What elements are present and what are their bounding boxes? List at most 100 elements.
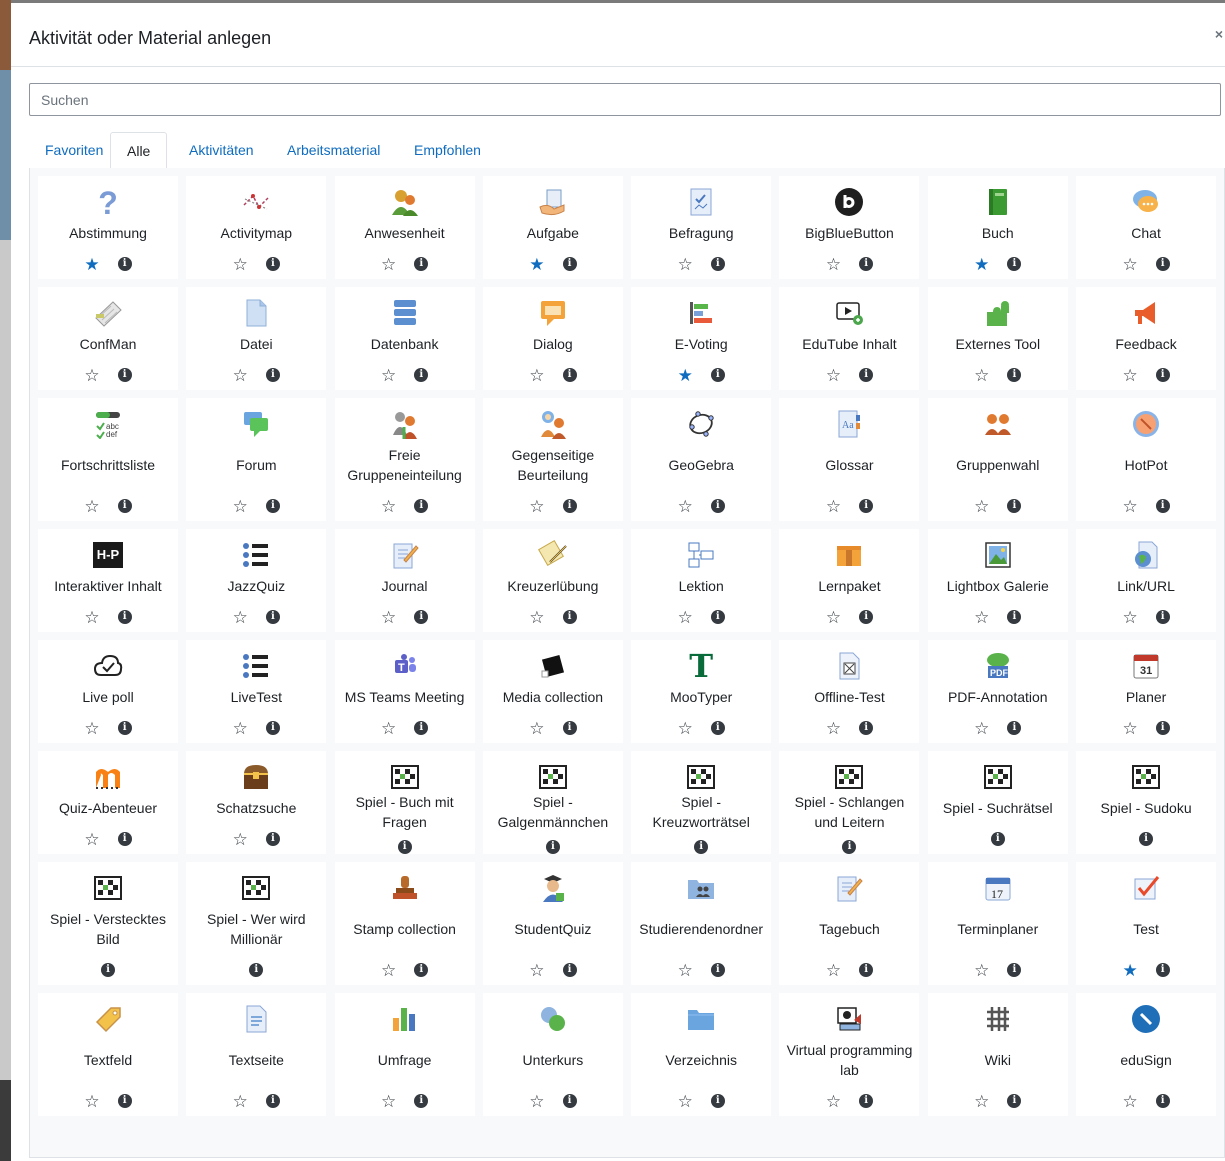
- star-icon[interactable]: ☆: [826, 962, 841, 979]
- star-icon[interactable]: ☆: [974, 720, 989, 737]
- star-icon[interactable]: ☆: [529, 367, 544, 384]
- module-card[interactable]: LiveTest ☆ i: [186, 640, 327, 743]
- info-icon[interactable]: i: [414, 499, 429, 513]
- info-icon[interactable]: i: [414, 963, 429, 977]
- info-icon[interactable]: i: [265, 368, 280, 382]
- info-icon[interactable]: i: [265, 499, 280, 513]
- star-filled-icon[interactable]: ★: [529, 256, 544, 273]
- info-icon[interactable]: i: [101, 963, 115, 977]
- info-icon[interactable]: i: [710, 610, 725, 624]
- info-icon[interactable]: i: [859, 1094, 874, 1108]
- module-card[interactable]: 31 Planer ☆ i: [1076, 640, 1217, 743]
- module-card[interactable]: Aa Glossar ☆ i: [779, 398, 920, 521]
- module-card[interactable]: Buch ★ i: [927, 176, 1068, 279]
- info-icon[interactable]: i: [265, 721, 280, 735]
- module-card[interactable]: Spiel - Schlangen und Leitern i: [779, 751, 920, 854]
- module-card[interactable]: Verzeichnis ☆ i: [631, 993, 772, 1116]
- star-icon[interactable]: ☆: [1122, 1093, 1137, 1110]
- star-icon[interactable]: ☆: [84, 831, 99, 848]
- info-icon[interactable]: i: [249, 963, 264, 977]
- star-icon[interactable]: ☆: [1122, 720, 1137, 737]
- info-icon[interactable]: i: [414, 721, 429, 735]
- tab-favoriten[interactable]: Favoriten: [29, 132, 119, 168]
- star-icon[interactable]: ☆: [233, 720, 248, 737]
- info-icon[interactable]: i: [710, 1094, 725, 1108]
- star-icon[interactable]: ☆: [233, 609, 248, 626]
- module-card[interactable]: Live poll ☆ i: [38, 640, 178, 743]
- star-icon[interactable]: ☆: [974, 962, 989, 979]
- module-card[interactable]: Textfeld ☆ i: [38, 993, 178, 1116]
- info-icon[interactable]: i: [562, 721, 577, 735]
- module-card[interactable]: Feedback ☆ i: [1076, 287, 1217, 390]
- module-card[interactable]: BigBlueButton ☆ i: [779, 176, 920, 279]
- module-card[interactable]: Stamp collection ☆ i: [334, 862, 475, 985]
- info-icon[interactable]: i: [265, 1094, 280, 1108]
- module-card[interactable]: T MooTyper ☆ i: [631, 640, 772, 743]
- info-icon[interactable]: i: [117, 832, 132, 846]
- tab-arbeitsmaterial[interactable]: Arbeitsmaterial: [271, 132, 396, 168]
- info-icon[interactable]: i: [1139, 832, 1154, 846]
- star-icon[interactable]: ☆: [1122, 256, 1137, 273]
- module-card[interactable]: Studierendenordner ☆ i: [631, 862, 772, 985]
- info-icon[interactable]: i: [414, 610, 429, 624]
- info-icon[interactable]: i: [562, 368, 577, 382]
- star-icon[interactable]: ☆: [381, 962, 396, 979]
- star-icon[interactable]: ☆: [826, 1093, 841, 1110]
- module-card[interactable]: Textseite ☆ i: [186, 993, 327, 1116]
- module-card[interactable]: Externes Tool ☆ i: [927, 287, 1068, 390]
- star-icon[interactable]: ☆: [678, 498, 693, 515]
- info-icon[interactable]: i: [1155, 1094, 1170, 1108]
- info-icon[interactable]: i: [117, 499, 132, 513]
- module-card[interactable]: Umfrage ☆ i: [334, 993, 475, 1116]
- info-icon[interactable]: i: [842, 840, 857, 854]
- info-icon[interactable]: i: [859, 499, 874, 513]
- module-card[interactable]: Datenbank ☆ i: [334, 287, 475, 390]
- star-icon[interactable]: ☆: [1122, 609, 1137, 626]
- star-filled-icon[interactable]: ★: [84, 256, 99, 273]
- star-icon[interactable]: ☆: [678, 962, 693, 979]
- star-icon[interactable]: ☆: [1122, 367, 1137, 384]
- module-card[interactable]: Media collection ☆ i: [482, 640, 623, 743]
- info-icon[interactable]: i: [117, 257, 132, 271]
- info-icon[interactable]: i: [710, 963, 725, 977]
- module-card[interactable]: Gegenseitige Beurteilung ☆ i: [482, 398, 623, 521]
- info-icon[interactable]: i: [1007, 963, 1022, 977]
- star-icon[interactable]: ☆: [233, 498, 248, 515]
- module-card[interactable]: Quiz-Abenteuer ☆ i: [38, 751, 178, 854]
- module-card[interactable]: Gruppenwahl ☆ i: [927, 398, 1068, 521]
- module-card[interactable]: PDF PDF-Annotation ☆ i: [927, 640, 1068, 743]
- module-card[interactable]: Journal ☆ i: [334, 529, 475, 632]
- star-filled-icon[interactable]: ★: [974, 256, 989, 273]
- star-icon[interactable]: ☆: [84, 367, 99, 384]
- info-icon[interactable]: i: [1007, 368, 1022, 382]
- info-icon[interactable]: i: [265, 832, 280, 846]
- module-card[interactable]: Wiki ☆ i: [927, 993, 1068, 1116]
- info-icon[interactable]: i: [117, 610, 132, 624]
- info-icon[interactable]: i: [1155, 257, 1170, 271]
- info-icon[interactable]: i: [859, 721, 874, 735]
- module-card[interactable]: Link/URL ☆ i: [1076, 529, 1217, 632]
- tab-empfohlen[interactable]: Empfohlen: [398, 132, 497, 168]
- info-icon[interactable]: i: [1007, 610, 1022, 624]
- module-card[interactable]: Tagebuch ☆ i: [779, 862, 920, 985]
- info-icon[interactable]: i: [859, 257, 874, 271]
- module-card[interactable]: Spiel - Verstecktes Bild i: [38, 862, 178, 985]
- info-icon[interactable]: i: [117, 368, 132, 382]
- module-card[interactable]: Unterkurs ☆ i: [482, 993, 623, 1116]
- info-icon[interactable]: i: [710, 368, 725, 382]
- info-icon[interactable]: i: [1155, 610, 1170, 624]
- tab-aktivitaeten[interactable]: Aktivitäten: [173, 132, 270, 168]
- module-card[interactable]: Anwesenheit ☆ i: [334, 176, 475, 279]
- star-icon[interactable]: ☆: [381, 1093, 396, 1110]
- star-icon[interactable]: ☆: [826, 367, 841, 384]
- info-icon[interactable]: i: [414, 368, 429, 382]
- star-icon[interactable]: ☆: [381, 720, 396, 737]
- star-icon[interactable]: ☆: [826, 609, 841, 626]
- module-card[interactable]: Lightbox Galerie ☆ i: [927, 529, 1068, 632]
- module-card[interactable]: T MS Teams Meeting ☆ i: [334, 640, 475, 743]
- info-icon[interactable]: i: [1155, 963, 1170, 977]
- module-card[interactable]: Freie Gruppeneinteilung ☆ i: [334, 398, 475, 521]
- module-card[interactable]: Dialog ☆ i: [482, 287, 623, 390]
- star-icon[interactable]: ☆: [529, 720, 544, 737]
- star-icon[interactable]: ☆: [84, 720, 99, 737]
